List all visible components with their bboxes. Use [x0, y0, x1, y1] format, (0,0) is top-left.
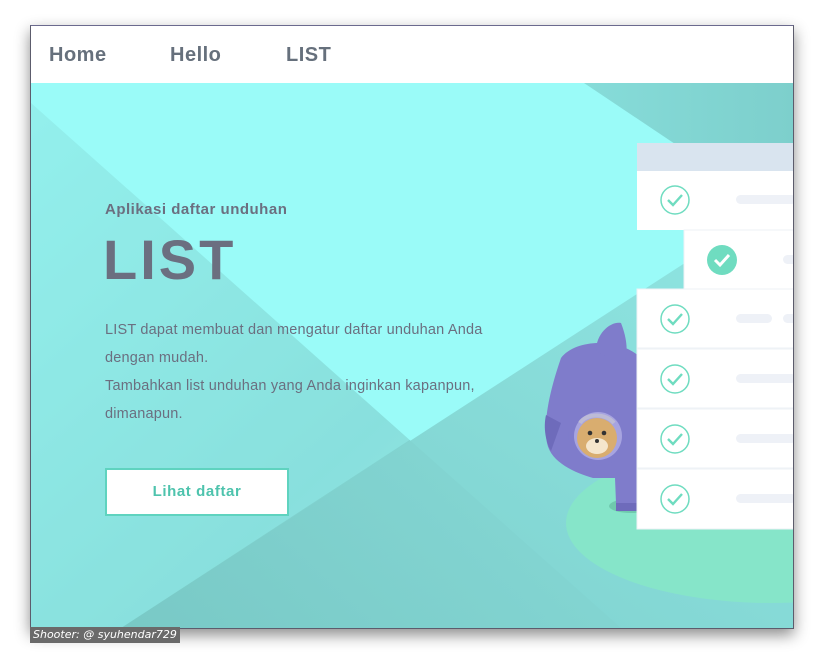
check-circle-filled-icon [707, 245, 737, 275]
navbar: Home Hello LIST [31, 26, 793, 83]
list-row [636, 288, 793, 349]
nav-hello-link[interactable]: Hello [170, 44, 221, 67]
hero-description: LIST dapat membuat dan mengatur daftar u… [105, 316, 525, 428]
hero-title: LIST [103, 228, 237, 291]
list-row [637, 171, 793, 230]
list-row [683, 229, 793, 290]
hero-section: Aplikasi daftar unduhan LIST LIST dapat … [31, 83, 793, 628]
list-row [636, 468, 793, 530]
list-row [636, 408, 793, 469]
list-card-illustration [636, 143, 793, 530]
list-row [636, 348, 793, 409]
view-list-button[interactable]: Lihat daftar [105, 468, 289, 516]
description-line: dengan mudah. [105, 350, 209, 366]
nav-home-link[interactable]: Home [49, 44, 107, 67]
description-line: dimanapun. [105, 406, 183, 422]
screenshot-watermark: Shooter: @ syuhendar729 [30, 627, 180, 643]
description-line: LIST dapat membuat dan mengatur daftar u… [105, 322, 483, 338]
description-line: Tambahkan list unduhan yang Anda inginka… [105, 378, 475, 394]
hero-subtitle: Aplikasi daftar unduhan [105, 201, 288, 218]
nav-list-link[interactable]: LIST [286, 44, 331, 67]
browser-window: Home Hello LIST Aplikasi daftar unduhan … [30, 25, 794, 629]
